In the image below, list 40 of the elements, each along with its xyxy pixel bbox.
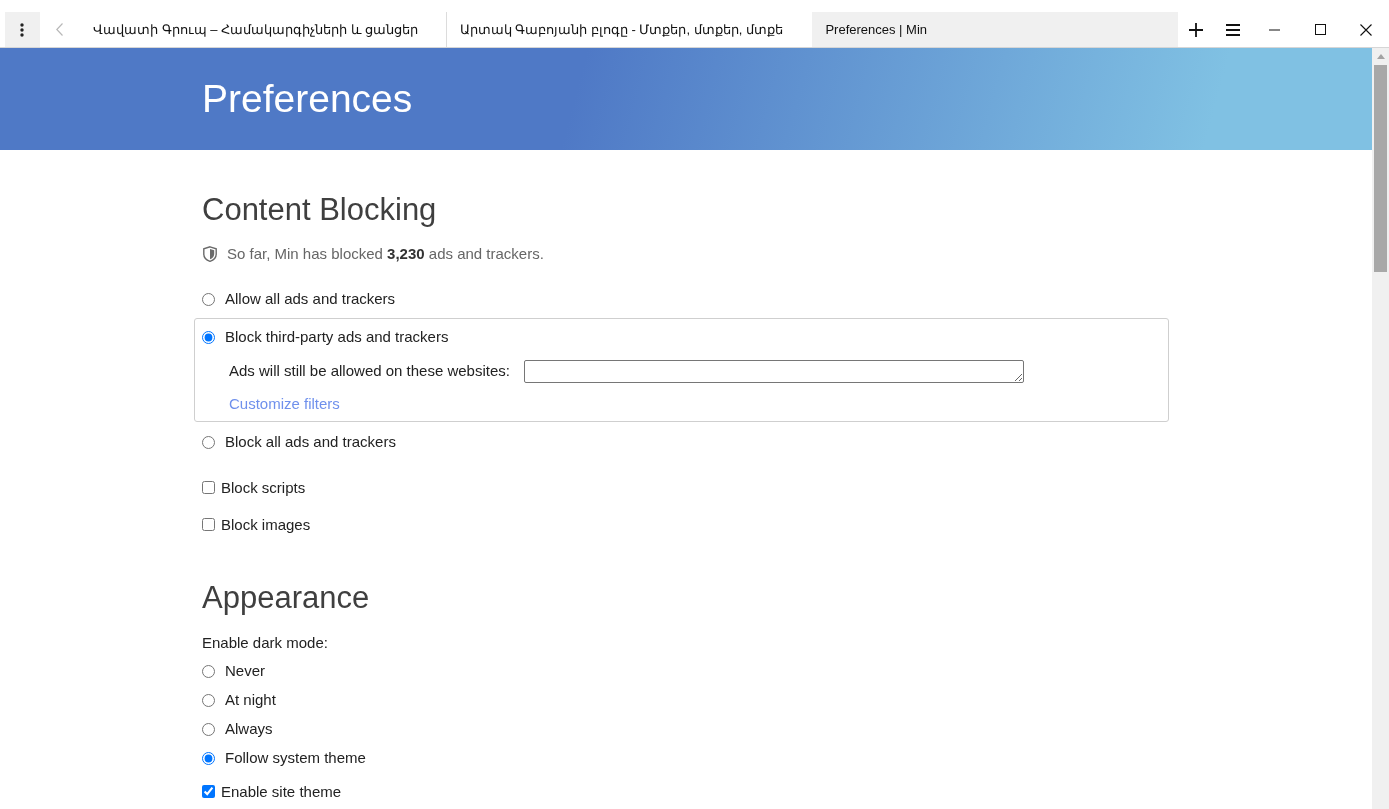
radio-button[interactable]	[202, 435, 215, 449]
radio-button[interactable]	[202, 664, 215, 678]
menu-dots-icon	[20, 22, 25, 37]
option-label: Allow all ads and trackers	[225, 288, 396, 309]
allowlist-field[interactable]	[524, 359, 1024, 383]
maximize-icon	[1314, 24, 1326, 35]
radio-button[interactable]	[202, 722, 215, 736]
radio-button[interactable]	[202, 693, 215, 707]
back-icon	[56, 23, 64, 36]
scrollbar[interactable]	[1372, 48, 1389, 809]
tab[interactable]: Preferences | Min	[812, 12, 1179, 47]
page-title: Preferences	[202, 76, 413, 122]
close-icon	[1360, 23, 1372, 36]
checkbox[interactable]	[202, 480, 215, 494]
scrollbar-thumb[interactable]	[1374, 65, 1387, 272]
section-heading: Appearance	[202, 579, 370, 617]
scroll-up-icon[interactable]	[1376, 54, 1385, 59]
allowlist-label: Ads will still be allowed on these websites:	[229, 360, 510, 381]
blocked-stats-text: So far, Min has blocked 3,230 ads and trackers.	[227, 243, 544, 264]
option-label: Follow system theme	[225, 747, 366, 768]
option-label: Never	[225, 660, 265, 681]
option-label: Block images	[221, 515, 311, 533]
menu-icon	[1225, 23, 1240, 36]
menu-button[interactable]	[5, 12, 40, 47]
minimize-icon	[1268, 28, 1280, 31]
radio-button[interactable]	[202, 330, 215, 344]
option-label: Block all ads and trackers	[225, 431, 396, 452]
option-label: Always	[225, 718, 273, 739]
shield-icon	[203, 246, 217, 262]
radio-button[interactable]	[202, 292, 215, 306]
option-label: Enable site theme	[221, 783, 342, 800]
option-label: At night	[225, 689, 276, 710]
option-label: Block scripts	[221, 478, 306, 496]
plus-icon	[1189, 22, 1204, 37]
option-label: Block third-party ads and trackers	[225, 326, 449, 347]
dark-mode-label: Enable dark mode:	[202, 633, 328, 653]
radio-button[interactable]	[202, 751, 215, 765]
section-heading: Content Blocking	[202, 191, 437, 229]
checkbox[interactable]	[202, 517, 215, 531]
checkbox[interactable]	[202, 785, 215, 798]
